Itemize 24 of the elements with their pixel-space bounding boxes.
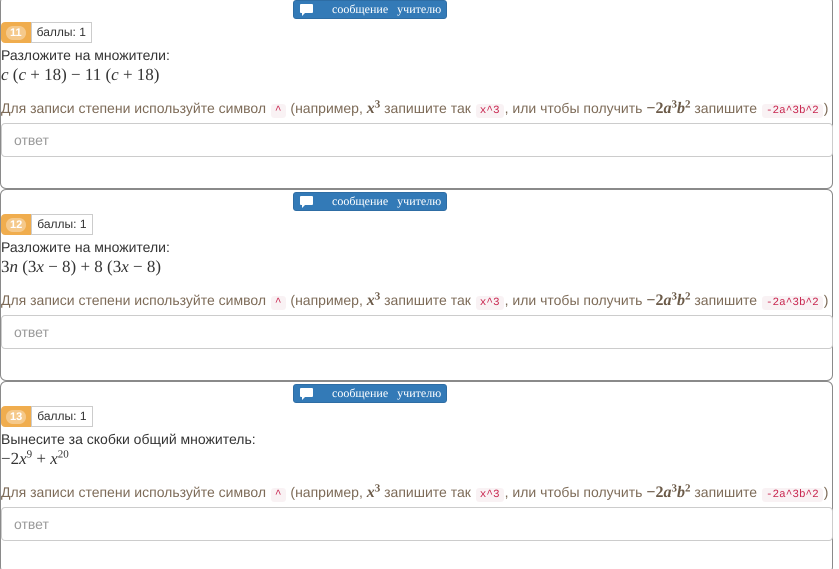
task-number: 11: [1, 22, 31, 43]
hint-text: Для записи степени используйте символ ^ (например, x$^{3}$ запишите так x^3 , или чтобы получить −2a$^{3}$b$^{2}$ запишите -2a^3b^2 ): [1, 482, 830, 504]
message-teacher-button[interactable]: сообщение учителю: [293, 0, 448, 19]
task-prompt: Разложите на множители:: [1, 238, 171, 256]
task-prompt: Вынесите за скобки общий множитель:: [1, 430, 257, 448]
math-expression: c (c + 18) − 11 (c + 18): [1, 64, 160, 86]
speech-bubble-icon: [300, 4, 313, 16]
hint-text: Для записи степени используйте символ ^ (например, x$^{3}$ запишите так x^3 , или чтобы получить −2a$^{3}$b$^{2}$ запишите -2a^3b^2 ): [1, 290, 830, 312]
task-number: 12: [1, 214, 32, 235]
task-number: 13: [1, 406, 32, 427]
message-teacher-button[interactable]: сообщение учителю: [293, 192, 448, 211]
hint-text: Для записи степени используйте символ ^ (например, x$^{3}$ запишите так x^3 , или чтобы получить −2a$^{3}$b$^{2}$ запишите -2a^3b^2 ): [1, 98, 830, 120]
speech-bubble-icon: [300, 196, 313, 208]
points-label: баллы: 1: [30, 22, 92, 43]
message-teacher-button[interactable]: сообщение учителю: [293, 384, 448, 403]
task-prompt: Разложите на множители:: [1, 46, 171, 64]
answer-field[interactable]: ответ: [1, 123, 833, 157]
points-label: баллы: 1: [31, 406, 92, 427]
math-expression: −2x$^{9}$ + x$^{20}$: [1, 448, 70, 470]
speech-bubble-icon: [300, 388, 313, 400]
answer-field[interactable]: ответ: [1, 315, 833, 349]
points-label: баллы: 1: [31, 214, 92, 235]
math-expression: 3n (3x − 8) + 8 (3x − 8): [1, 256, 162, 278]
answer-field[interactable]: ответ: [1, 507, 833, 541]
